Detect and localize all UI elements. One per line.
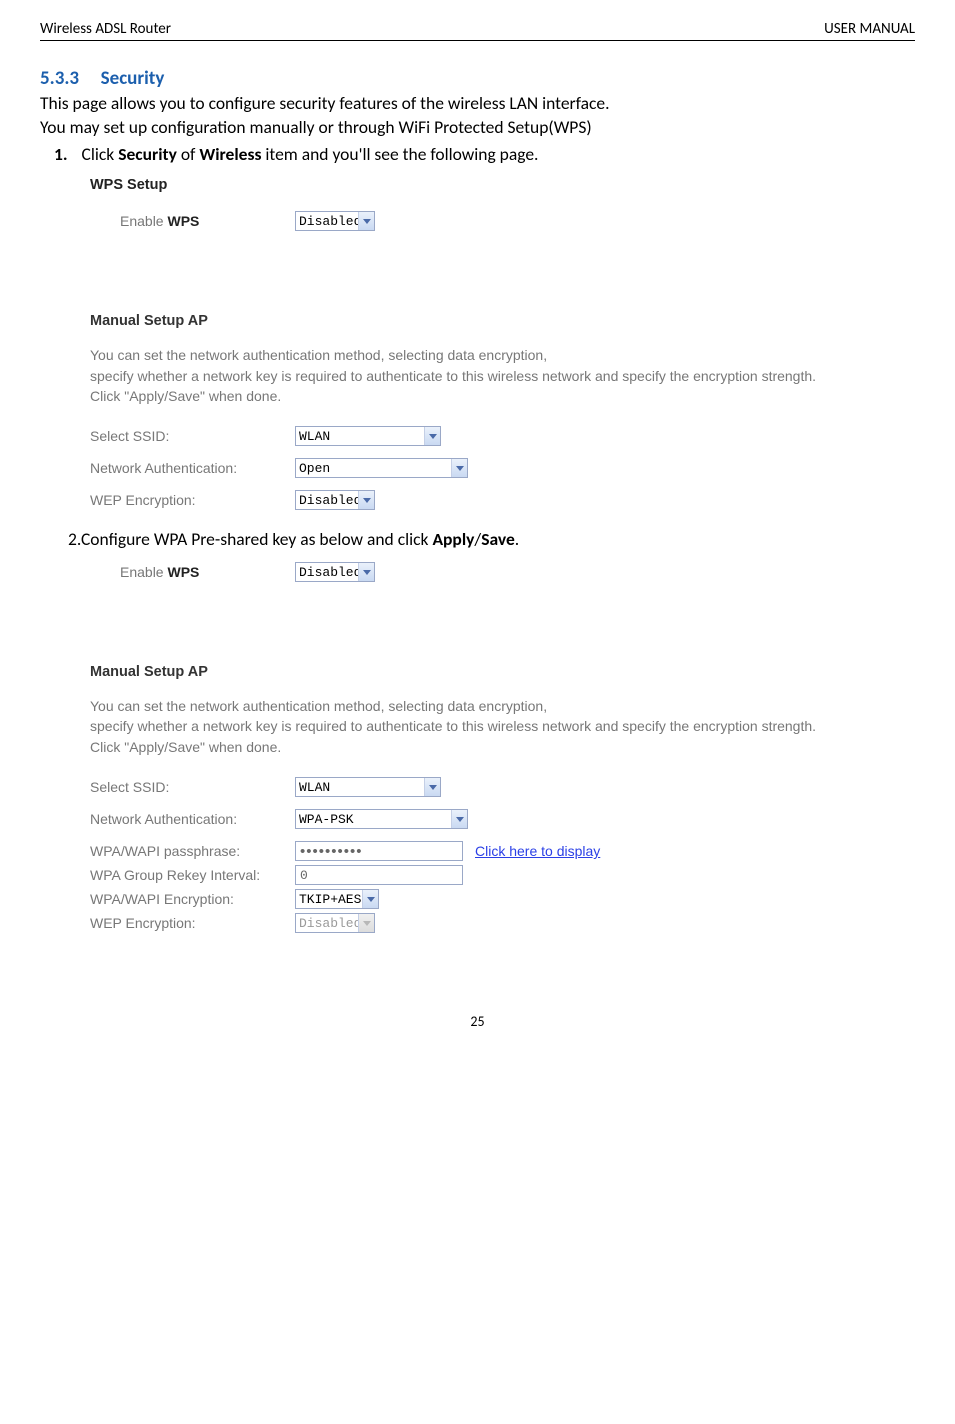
rekey-interval-value: 0 (300, 868, 308, 883)
chevron-down-icon (358, 914, 374, 932)
network-auth-dropdown[interactable]: Open (295, 458, 468, 478)
display-passphrase-link[interactable]: Click here to display (475, 843, 600, 859)
select-ssid-label: Select SSID: (90, 428, 295, 444)
step-1-text-pre: Click (82, 143, 119, 165)
chevron-down-icon (362, 890, 378, 908)
step-1-number: 1. (54, 143, 68, 165)
select-ssid-label-2: Select SSID: (90, 779, 295, 795)
section-title: Security (101, 67, 165, 90)
wep-encryption-value: Disabled (296, 493, 358, 508)
step-1-mid: of (177, 143, 199, 165)
step-1-post: item and you'll see the following page. (261, 143, 538, 165)
chevron-down-icon (358, 212, 374, 230)
passphrase-label: WPA/WAPI passphrase: (90, 843, 295, 859)
intro-text: This page allows you to configure securi… (40, 92, 915, 139)
enable-wps-value: Disabled (296, 214, 358, 229)
wpa-encryption-label: WPA/WAPI Encryption: (90, 891, 295, 907)
network-auth-value-2: WPA-PSK (296, 812, 451, 827)
manual-setup-description-2: You can set the network authentication m… (90, 696, 915, 757)
header-left: Wireless ADSL Router (40, 20, 171, 38)
wps-setup-heading: WPS Setup (90, 177, 915, 193)
rekey-interval-label: WPA Group Rekey Interval: (90, 867, 295, 883)
intro-line-1: This page allows you to configure securi… (40, 92, 915, 116)
select-ssid-dropdown-2[interactable]: WLAN (295, 777, 441, 797)
wep-encryption-label: WEP Encryption: (90, 492, 295, 508)
chevron-down-icon (424, 427, 440, 445)
manual-setup-heading-2: Manual Setup AP (90, 664, 915, 680)
enable-wps-select-2[interactable]: Disabled (295, 562, 375, 582)
page-header: Wireless ADSL Router USER MANUAL (40, 20, 915, 41)
wep-encryption-dropdown-2: Disabled (295, 913, 375, 933)
step-2-pre: 2.Configure WPA Pre-shared key as below … (68, 528, 432, 550)
chevron-down-icon (451, 459, 467, 477)
network-auth-dropdown-2[interactable]: WPA-PSK (295, 809, 468, 829)
step-2: 2.Configure WPA Pre-shared key as below … (68, 528, 915, 550)
step-1-wireless: Wireless (199, 143, 261, 165)
step-1: 1. Click Security of Wireless item and y… (54, 143, 915, 165)
enable-wps-select[interactable]: Disabled (295, 211, 375, 231)
passphrase-input[interactable]: •••••••••• (295, 841, 463, 861)
enable-wps-label-2: Enable WPS (120, 564, 295, 580)
wpa-encryption-dropdown[interactable]: TKIP+AES (295, 889, 379, 909)
page-number: 25 (40, 1013, 915, 1030)
section-heading: 5.3.3 Security (40, 67, 915, 90)
wep-encryption-value-2: Disabled (296, 916, 358, 931)
manual-setup-description: You can set the network authentication m… (90, 345, 915, 406)
wep-encryption-label-2: WEP Encryption: (90, 915, 295, 931)
chevron-down-icon (358, 491, 374, 509)
select-ssid-value: WLAN (296, 429, 424, 444)
header-right: USER MANUAL (824, 20, 915, 38)
enable-wps-value-2: Disabled (296, 565, 358, 580)
screenshot-panel-1: WPS Setup Enable WPS Disabled Manual Set… (90, 177, 915, 510)
wep-encryption-dropdown[interactable]: Disabled (295, 490, 375, 510)
step-1-security: Security (118, 143, 177, 165)
passphrase-value: •••••••••• (300, 844, 363, 859)
network-auth-label-2: Network Authentication: (90, 811, 295, 827)
intro-line-2: You may set up configuration manually or… (40, 116, 915, 140)
select-ssid-value-2: WLAN (296, 780, 424, 795)
step-2-post: . (515, 528, 519, 550)
network-auth-value: Open (296, 461, 451, 476)
step-2-save: Save (481, 528, 515, 550)
wpa-encryption-value: TKIP+AES (296, 892, 362, 907)
step-2-apply: Apply (432, 528, 474, 550)
network-auth-label: Network Authentication: (90, 460, 295, 476)
rekey-interval-input[interactable]: 0 (295, 865, 463, 885)
manual-setup-heading: Manual Setup AP (90, 313, 915, 329)
chevron-down-icon (451, 810, 467, 828)
enable-wps-label: Enable WPS (120, 213, 295, 229)
chevron-down-icon (358, 563, 374, 581)
section-number: 5.3.3 (40, 67, 79, 90)
select-ssid-dropdown[interactable]: WLAN (295, 426, 441, 446)
chevron-down-icon (424, 778, 440, 796)
screenshot-panel-2: Enable WPS Disabled Manual Setup AP You … (90, 562, 915, 933)
